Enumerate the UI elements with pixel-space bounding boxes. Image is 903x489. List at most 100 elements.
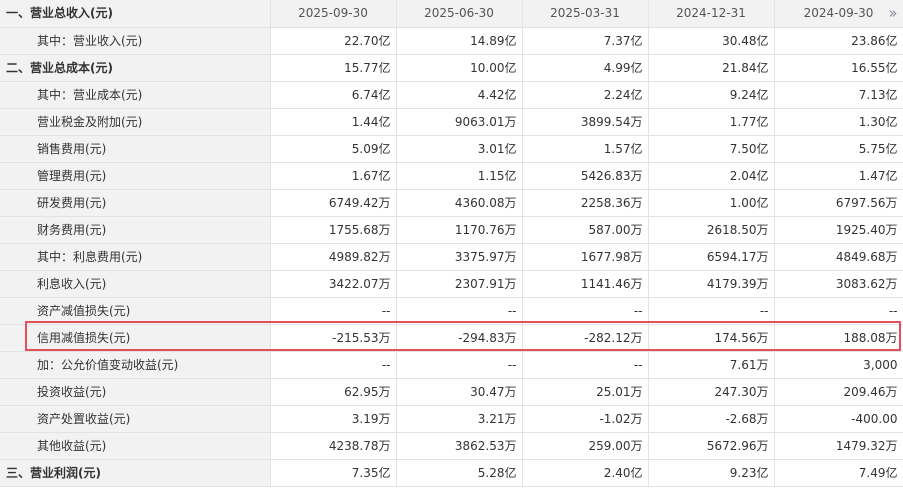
cell-value: 2307.91万 (396, 270, 523, 298)
cell-value: 2258.36万 (522, 189, 649, 217)
table-row: 其他收益(元) 4238.78万 3862.53万 259.00万 5672.96万 14… (0, 432, 903, 460)
cell-value: -- (396, 351, 523, 379)
cell-value: -- (270, 351, 397, 379)
row-label: 其他收益(元) (0, 432, 271, 460)
cell-value: 30.47万 (396, 378, 523, 406)
row-label: 销售费用(元) (0, 135, 271, 163)
table-row: 加：公允价值变动收益(元) -- -- -- 7.61万 3,000 (0, 351, 903, 379)
cell-value: 25.01万 (522, 378, 649, 406)
cell-value: 259.00万 (522, 432, 649, 460)
cell-value: 6594.17万 (648, 243, 775, 271)
row-label: 财务费用(元) (0, 216, 271, 244)
table-row: 销售费用(元) 5.09亿 3.01亿 1.57亿 7.50亿 5.75亿 (0, 135, 903, 163)
cell-value: 587.00万 (522, 216, 649, 244)
row-label: 加：公允价值变动收益(元) (0, 351, 271, 379)
cell-value: 1.44亿 (270, 108, 397, 136)
cell-value: 5672.96万 (648, 432, 775, 460)
cell-value: 22.70亿 (270, 27, 397, 55)
cell-value: -- (648, 297, 775, 325)
cell-value: 30.48亿 (648, 27, 775, 55)
cell-value: -400.00 (774, 405, 903, 433)
cell-value: 2.04亿 (648, 162, 775, 190)
cell-value: 2.40亿 (522, 459, 649, 487)
cell-value: 1677.98万 (522, 243, 649, 271)
cell-value: -1.02万 (522, 405, 649, 433)
column-date: 2024-12-31 (648, 0, 775, 28)
cell-value: 16.55亿 (774, 54, 903, 82)
cell-value: 1.67亿 (270, 162, 397, 190)
table-row: 利息收入(元) 3422.07万 2307.91万 1141.46万 4179.39万 3… (0, 270, 903, 298)
cell-value: 1170.76万 (396, 216, 523, 244)
table-row: 财务费用(元) 1755.68万 1170.76万 587.00万 2618.50万 19… (0, 216, 903, 244)
cell-value: 3.19万 (270, 405, 397, 433)
table-row: 其中：营业收入(元) 22.70亿 14.89亿 7.37亿 30.48亿 23.86亿 (0, 27, 903, 55)
cell-value: -- (522, 297, 649, 325)
cell-value: 7.37亿 (522, 27, 649, 55)
double-chevron-right-icon[interactable]: ›› (889, 0, 898, 26)
cell-value: -215.53万 (270, 324, 397, 352)
row-label: 利息收入(元) (0, 270, 271, 298)
cell-value: 7.50亿 (648, 135, 775, 163)
table-header-row: 一、营业总收入(元) 2025-09-30 2025-06-30 2025-03… (0, 0, 903, 28)
cell-value: 209.46万 (774, 378, 903, 406)
cell-value: 3862.53万 (396, 432, 523, 460)
cell-value: 1755.68万 (270, 216, 397, 244)
row-label: 营业税金及附加(元) (0, 108, 271, 136)
table-row: 其中：利息费用(元) 4989.82万 3375.97万 1677.98万 6594.1… (0, 243, 903, 271)
cell-value: 5.09亿 (270, 135, 397, 163)
cell-value: 23.86亿 (774, 27, 903, 55)
table-row: 管理费用(元) 1.67亿 1.15亿 5426.83万 2.04亿 1.47亿 (0, 162, 903, 190)
cell-value: 174.56万 (648, 324, 775, 352)
cell-value: 1.00亿 (648, 189, 775, 217)
cell-value: 7.49亿 (774, 459, 903, 487)
cell-value: 3.21万 (396, 405, 523, 433)
cell-value: -294.83万 (396, 324, 523, 352)
cell-value: 9.24亿 (648, 81, 775, 109)
cell-value: 14.89亿 (396, 27, 523, 55)
column-date: 2024-09-30 (803, 6, 874, 21)
header-section-title: 一、营业总收入(元) (0, 0, 271, 28)
column-date: 2025-03-31 (522, 0, 649, 28)
cell-value: 4179.39万 (648, 270, 775, 298)
cell-value: 4360.08万 (396, 189, 523, 217)
cell-value: 4238.78万 (270, 432, 397, 460)
row-label: 信用减值损失(元) (0, 324, 271, 352)
table-row: 营业税金及附加(元) 1.44亿 9063.01万 3899.54万 1.77亿 1.30… (0, 108, 903, 136)
cell-value: -- (396, 297, 523, 325)
cell-value: 5.28亿 (396, 459, 523, 487)
cell-value: 3422.07万 (270, 270, 397, 298)
row-label: 其中：营业收入(元) (0, 27, 271, 55)
table-row: 资产处置收益(元) 3.19万 3.21万 -1.02万 -2.68万 -400.00 (0, 405, 903, 433)
income-statement-table: 一、营业总收入(元) 2025-09-30 2025-06-30 2025-03… (0, 0, 903, 487)
cell-value: 4989.82万 (270, 243, 397, 271)
table-row: 资产减值损失(元) -- -- -- -- -- (0, 297, 903, 325)
cell-value: 3.01亿 (396, 135, 523, 163)
table-row: 研发费用(元) 6749.42万 4360.08万 2258.36万 1.00亿 6797… (0, 189, 903, 217)
cell-value: 2.24亿 (522, 81, 649, 109)
cell-value: 1.47亿 (774, 162, 903, 190)
cell-value: -- (774, 297, 903, 325)
cell-value: 7.13亿 (774, 81, 903, 109)
table-row: 信用减值损失(元) -215.53万 -294.83万 -282.12万 174.56万… (0, 324, 903, 352)
cell-value: 7.35亿 (270, 459, 397, 487)
cell-value: 9063.01万 (396, 108, 523, 136)
cell-value: 1141.46万 (522, 270, 649, 298)
cell-value: 10.00亿 (396, 54, 523, 82)
cell-value: 1.15亿 (396, 162, 523, 190)
cell-value: 62.95万 (270, 378, 397, 406)
cell-value: 1.57亿 (522, 135, 649, 163)
cell-value: 3083.62万 (774, 270, 903, 298)
cell-value: 5426.83万 (522, 162, 649, 190)
cell-value: -2.68万 (648, 405, 775, 433)
column-date: 2025-06-30 (396, 0, 523, 28)
cell-value: 9.23亿 (648, 459, 775, 487)
row-label: 研发费用(元) (0, 189, 271, 217)
row-label: 资产处置收益(元) (0, 405, 271, 433)
cell-value: -- (270, 297, 397, 325)
cell-value: 1479.32万 (774, 432, 903, 460)
cell-value: -282.12万 (522, 324, 649, 352)
cell-value: 1.77亿 (648, 108, 775, 136)
cell-value: 188.08万 (774, 324, 903, 352)
cell-value: 1925.40万 (774, 216, 903, 244)
column-date-last: 2024-09-30 ›› (774, 0, 903, 28)
